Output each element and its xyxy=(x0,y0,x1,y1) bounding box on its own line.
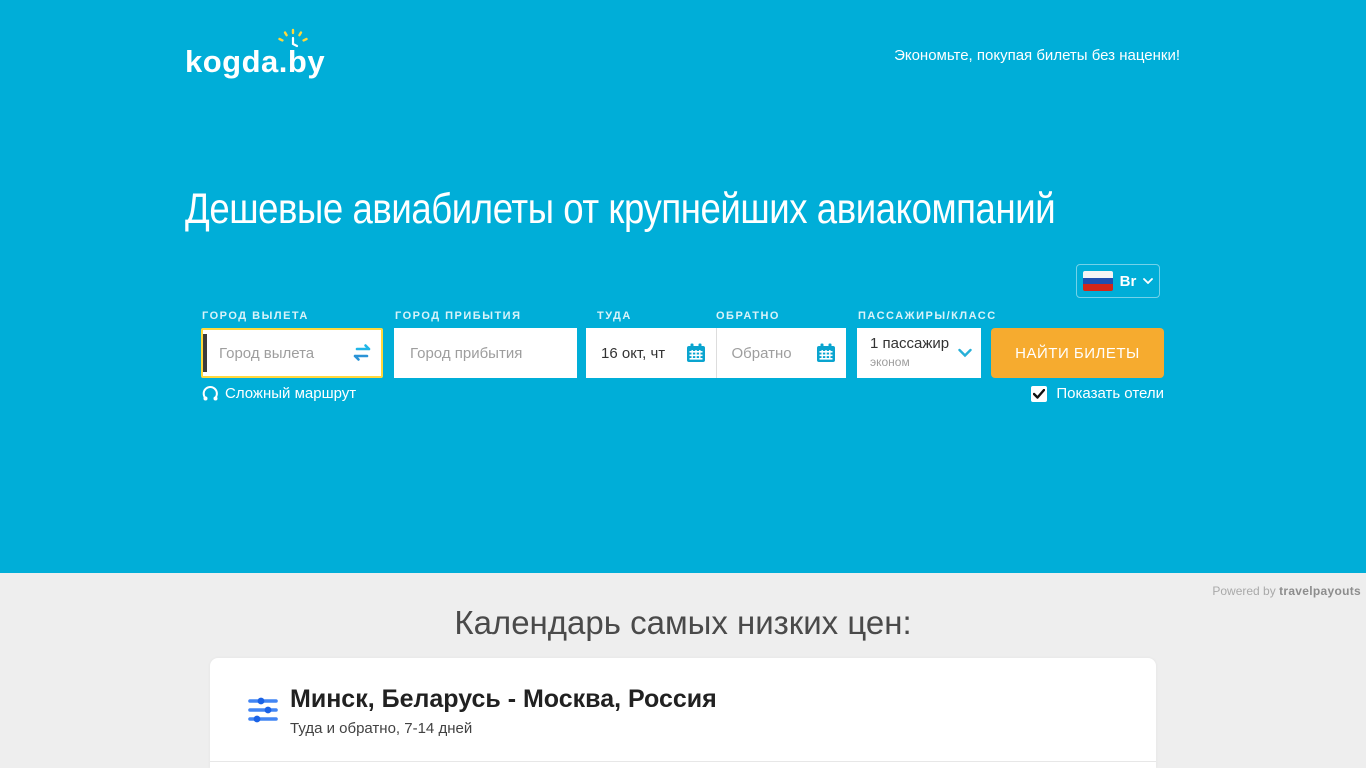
complex-route-icon xyxy=(202,386,218,401)
calendar-icon[interactable] xyxy=(816,343,836,363)
page-title: Дешевые авиабилеты от крупнейших авиаком… xyxy=(185,185,1056,233)
russia-flag-icon xyxy=(1082,271,1113,291)
powered-by-text: Powered by xyxy=(1212,584,1280,598)
origin-label: ГОРОД ВЫЛЕТА xyxy=(202,310,309,322)
logo[interactable]: kogda.by xyxy=(185,28,325,80)
destination-input[interactable] xyxy=(394,328,577,378)
calendar-section-title: Календарь самых низких цен: xyxy=(454,604,912,641)
check-icon xyxy=(1033,388,1046,399)
calendar-icon[interactable] xyxy=(686,343,706,363)
header-tagline: Экономьте, покупая билеты без наценки! xyxy=(894,47,1180,64)
origin-field xyxy=(201,328,383,378)
complex-route-label: Сложный маршрут xyxy=(225,385,357,402)
passengers-label: ПАССАЖИРЫ/КЛАСС xyxy=(858,310,997,322)
route-texts: Минск, Беларусь - Москва, Россия Туда и … xyxy=(290,683,717,737)
route-header-row: Минск, Беларусь - Москва, Россия Туда и … xyxy=(210,658,1156,762)
depart-date-label: ТУДА xyxy=(597,310,632,322)
depart-date-cell xyxy=(586,328,716,378)
powered-by[interactable]: Powered by travelpayouts xyxy=(1212,584,1361,598)
passengers-selector[interactable]: 1 пассажир эконом xyxy=(857,328,981,378)
swap-cities-button[interactable] xyxy=(351,343,373,363)
return-date-cell xyxy=(715,328,846,378)
route-title: Минск, Беларусь - Москва, Россия xyxy=(290,684,717,713)
chevron-down-icon xyxy=(1143,278,1154,284)
currency-label: Br xyxy=(1119,272,1137,290)
destination-field xyxy=(394,328,577,378)
hero-section: kogda.by Экономьте, покупая билеты без н… xyxy=(0,0,1366,573)
passengers-count: 1 пассажир xyxy=(870,335,950,352)
dates-field xyxy=(586,328,846,378)
hotels-checkbox[interactable] xyxy=(1031,385,1048,402)
clock-icon xyxy=(278,28,308,48)
route-details: Туда и обратно, 7-14 дней xyxy=(290,719,473,737)
complex-route-link[interactable]: Сложный маршрут xyxy=(202,385,356,402)
cabin-class: эконом xyxy=(870,355,910,369)
currency-selector[interactable]: Br xyxy=(1076,264,1160,298)
chevron-down-icon xyxy=(958,348,972,358)
show-hotels-label: Показать отели xyxy=(1056,385,1164,402)
sliders-icon xyxy=(248,697,278,722)
travelpayouts-brand: travelpayouts xyxy=(1279,584,1361,598)
swap-icon xyxy=(353,344,371,361)
return-date-label: ОБРАТНО xyxy=(716,310,780,322)
show-hotels-toggle[interactable]: Показать отели xyxy=(1031,385,1164,402)
search-tickets-button[interactable]: НАЙТИ БИЛЕТЫ xyxy=(991,328,1164,378)
price-calendar-card[interactable]: Минск, Беларусь - Москва, Россия Туда и … xyxy=(210,658,1156,768)
text-caret xyxy=(203,334,207,372)
lower-section: Powered by travelpayouts Календарь самых… xyxy=(0,573,1366,768)
destination-label: ГОРОД ПРИБЫТИЯ xyxy=(395,310,522,322)
